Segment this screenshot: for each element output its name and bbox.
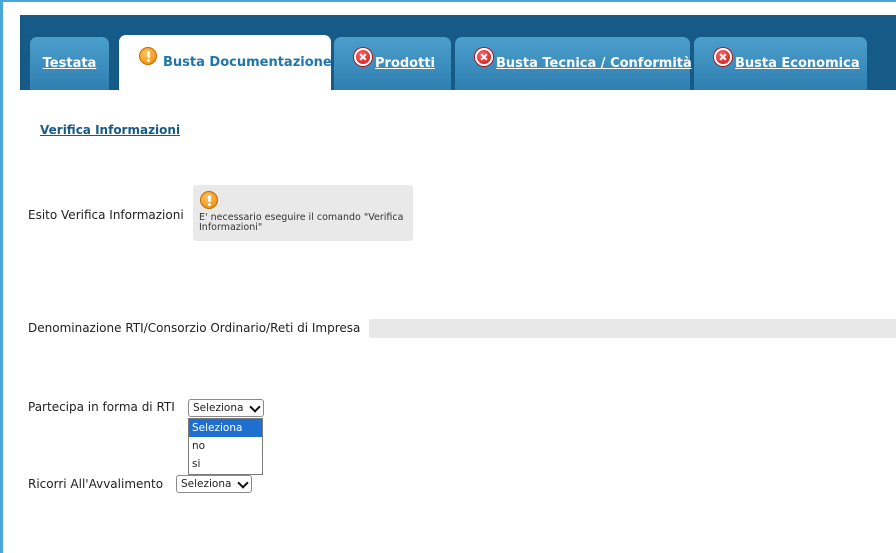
- tab-busta-documentazione[interactable]: Busta Documentazione: [119, 35, 332, 90]
- tab-busta-tecnica[interactable]: Busta Tecnica / Conformità: [455, 37, 692, 90]
- ricorri-avvalimento-select[interactable]: Seleziona: [176, 475, 252, 493]
- esito-message-box: E' necessario eseguire il comando "Verif…: [193, 185, 413, 241]
- tab-label: Testata: [42, 56, 97, 71]
- tab-bar: Testata Busta Documentazione Prodotti Bu…: [20, 15, 896, 90]
- ricorri-avvalimento-label: Ricorri All'Avvalimento: [28, 477, 164, 491]
- partecipa-rti-label: Partecipa in forma di RTI: [28, 400, 175, 414]
- tab-prodotti[interactable]: Prodotti: [334, 37, 451, 90]
- dropdown-option-si[interactable]: si: [189, 455, 262, 473]
- tab-label: Prodotti: [375, 56, 435, 71]
- tab-label: Busta Economica: [735, 56, 860, 71]
- page-frame: Testata Busta Documentazione Prodotti Bu…: [0, 0, 896, 553]
- error-icon: [714, 47, 732, 66]
- dropdown-option-no[interactable]: no: [189, 437, 262, 455]
- error-icon: [354, 47, 372, 66]
- esito-verifica-label: Esito Verifica Informazioni: [28, 208, 184, 222]
- warning-icon: [200, 191, 218, 209]
- dropdown-option-seleziona[interactable]: Seleziona: [189, 419, 262, 437]
- select-value: Seleziona: [181, 478, 232, 490]
- tab-label: Busta Tecnica / Conformità: [496, 56, 692, 71]
- chevron-down-icon: [237, 476, 249, 489]
- select-value: Seleziona: [193, 402, 244, 414]
- tab-label: Busta Documentazione: [163, 55, 332, 70]
- verifica-informazioni-link[interactable]: Verifica Informazioni: [40, 123, 180, 137]
- error-icon: [475, 47, 493, 66]
- denominazione-field[interactable]: [369, 319, 896, 338]
- chevron-down-icon: [249, 400, 261, 413]
- partecipa-rti-dropdown: Seleziona no si: [188, 418, 263, 475]
- partecipa-rti-select[interactable]: Seleziona: [188, 399, 264, 417]
- tab-testata[interactable]: Testata: [30, 37, 109, 90]
- warning-icon: [139, 46, 157, 65]
- denominazione-label: Denominazione RTI/Consorzio Ordinario/Re…: [28, 321, 361, 335]
- esito-message: E' necessario eseguire il comando "Verif…: [199, 212, 404, 233]
- tab-busta-economica[interactable]: Busta Economica: [694, 37, 867, 90]
